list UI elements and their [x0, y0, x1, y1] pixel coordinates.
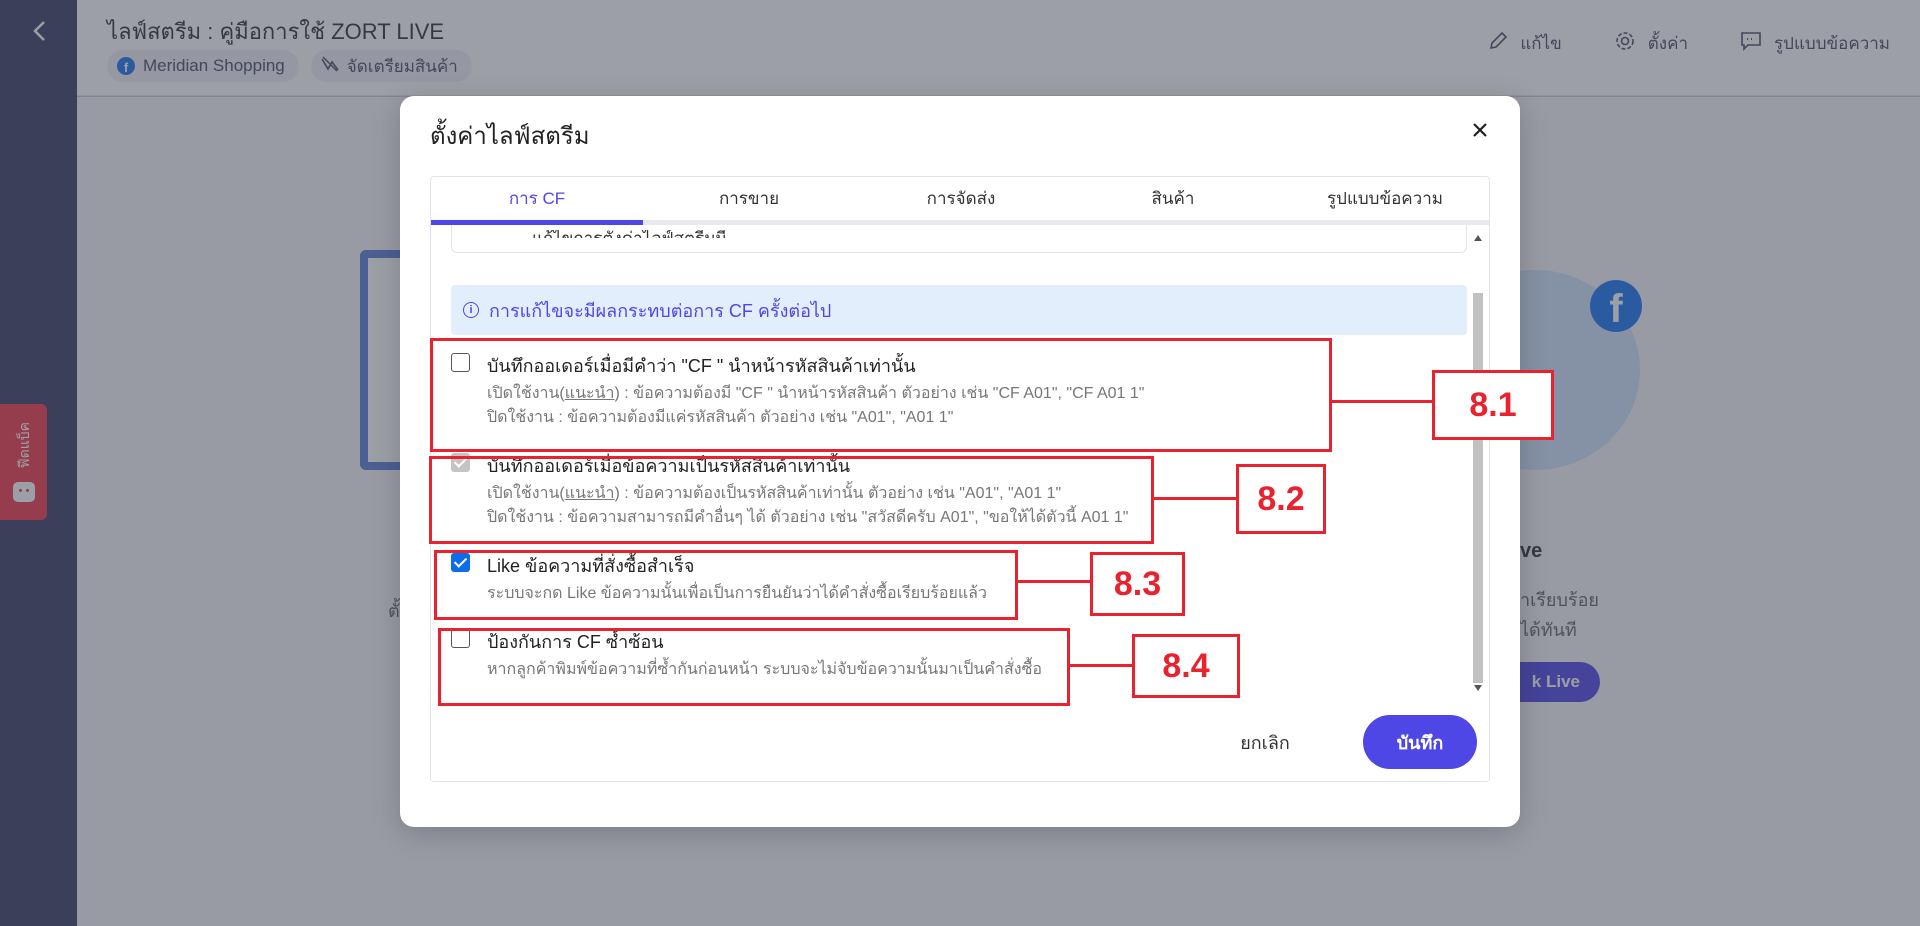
annotation-line-8-1: [1332, 400, 1432, 403]
previous-card-text: แก้ไขการตั้งค่าไลฟ์สตรีมนี้: [532, 230, 728, 242]
annotation-line-8-4: [1070, 664, 1132, 667]
annotation-box-8-1: [430, 338, 1332, 452]
info-alert: i การแก้ไขจะมีผลกระทบต่อการ CF ครั้งต่อไ…: [451, 285, 1467, 335]
annotation-label-8-2: 8.2: [1236, 464, 1326, 534]
tab-products[interactable]: สินค้า: [1067, 177, 1279, 220]
annotation-label-8-3: 8.3: [1090, 552, 1185, 616]
annotation-box-8-4: [438, 628, 1070, 706]
settings-tabs: การ CF การขาย การจัดส่ง สินค้า รูปแบบข้อ…: [431, 177, 1489, 225]
modal-title: ตั้งค่าไลฟ์สตรีม: [430, 123, 590, 150]
annotation-label-8-4: 8.4: [1132, 634, 1240, 698]
tab-sales[interactable]: การขาย: [643, 177, 855, 220]
annotation-line-8-3: [1018, 580, 1090, 583]
info-text: การแก้ไขจะมีผลกระทบต่อการ CF ครั้งต่อไป: [489, 300, 832, 321]
info-icon: i: [463, 302, 479, 318]
scroll-down-icon[interactable]: [1474, 685, 1482, 691]
scroll-up-icon[interactable]: [1474, 235, 1482, 241]
previous-card: แก้ไขการตั้งค่าไลฟ์สตรีมนี้: [451, 225, 1467, 253]
close-icon[interactable]: [1468, 118, 1492, 142]
tab-cf[interactable]: การ CF: [431, 177, 643, 225]
annotation-box-8-2: [429, 456, 1154, 544]
tab-shipping[interactable]: การจัดส่ง: [855, 177, 1067, 220]
cancel-button[interactable]: ยกเลิก: [1215, 717, 1315, 767]
save-button[interactable]: บันทึก: [1363, 715, 1477, 769]
scrollbar[interactable]: [1471, 225, 1485, 697]
annotation-line-8-2: [1154, 497, 1236, 500]
annotation-box-8-3: [434, 550, 1018, 620]
annotation-label-8-1: 8.1: [1432, 370, 1554, 440]
scrollbar-thumb[interactable]: [1473, 293, 1483, 683]
tab-message-format[interactable]: รูปแบบข้อความ: [1279, 177, 1489, 220]
